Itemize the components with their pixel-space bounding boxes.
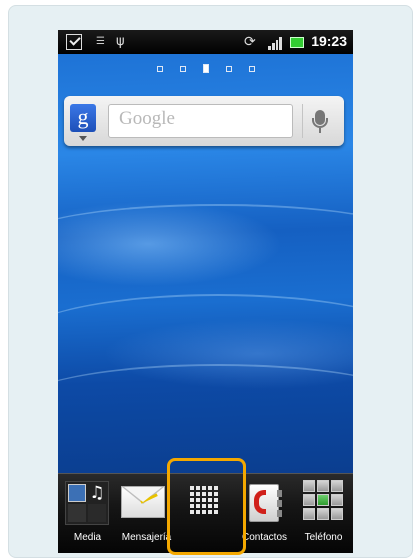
page-dot[interactable] bbox=[225, 66, 232, 72]
dock-label: Media bbox=[73, 532, 102, 543]
google-logo-icon[interactable]: g bbox=[70, 104, 96, 132]
dropdown-arrow-icon[interactable] bbox=[79, 136, 87, 141]
page-dot[interactable] bbox=[248, 66, 255, 72]
envelope-icon bbox=[121, 486, 165, 518]
dock-item-phone[interactable]: Teléfono bbox=[294, 474, 353, 553]
battery-icon bbox=[290, 37, 304, 48]
checkbox-icon bbox=[66, 34, 82, 50]
page-dot[interactable] bbox=[156, 66, 163, 72]
dialpad-icon bbox=[301, 478, 345, 522]
status-bar: ☰ ψ ⟳ 19:23 bbox=[58, 30, 353, 54]
page-dot[interactable] bbox=[179, 66, 186, 72]
rotation-icon: ⟳ bbox=[244, 34, 256, 50]
dock-item-media[interactable]: ♫ Media bbox=[58, 474, 117, 553]
missed-call-icon: ☰ bbox=[96, 36, 105, 47]
status-time: 19:23 bbox=[311, 33, 347, 49]
dock-label: Teléfono bbox=[304, 532, 343, 543]
voice-search-button[interactable] bbox=[302, 104, 336, 138]
highlight-box bbox=[167, 458, 246, 555]
search-input[interactable]: Google bbox=[108, 104, 293, 138]
page-dot-active[interactable] bbox=[202, 64, 209, 73]
usb-icon: ψ bbox=[116, 34, 125, 49]
contacts-icon bbox=[245, 484, 282, 522]
media-icon: ♫ bbox=[65, 481, 109, 525]
google-search-widget: g Google bbox=[64, 96, 344, 146]
home-page-indicator bbox=[58, 64, 353, 73]
signal-icon bbox=[268, 34, 282, 50]
